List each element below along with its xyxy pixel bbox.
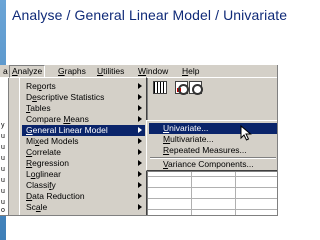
submenu-arrow-icon bbox=[138, 116, 142, 122]
submenu-arrow-icon bbox=[138, 94, 142, 100]
slide-title: Analyse / General Linear Model / Univari… bbox=[12, 7, 288, 23]
submenu-arrow-icon bbox=[138, 182, 142, 188]
submenu-arrow-icon bbox=[138, 127, 142, 133]
menu-item-descriptive-statistics[interactable]: Descriptive Statistics bbox=[22, 92, 145, 103]
variable-column-fragment: y u u u u u u u o bbox=[0, 78, 9, 215]
menu-item-compare-means[interactable]: Compare Means bbox=[22, 114, 145, 125]
submenu-arrow-icon bbox=[138, 83, 142, 89]
menu-item-regression[interactable]: Regression bbox=[22, 158, 145, 169]
submenu-arrow-icon bbox=[138, 171, 142, 177]
menu-item-classify[interactable]: Classify bbox=[22, 180, 145, 191]
left-col-cell: u bbox=[1, 133, 5, 140]
submenu-arrow-icon bbox=[138, 193, 142, 199]
submenu-arrow-icon bbox=[138, 105, 142, 111]
general-linear-model-submenu: Univariate... Multivariate... Repeated M… bbox=[146, 120, 277, 171]
menu-item-correlate[interactable]: Correlate bbox=[22, 147, 145, 158]
menu-item-scale[interactable]: Scale bbox=[22, 202, 145, 213]
left-col-cell: u bbox=[1, 144, 5, 151]
toolbar bbox=[147, 79, 277, 96]
submenu-arrow-icon bbox=[138, 204, 142, 210]
menu-item-mixed-models[interactable]: Mixed Models bbox=[22, 136, 145, 147]
use-sets-icon[interactable] bbox=[189, 81, 203, 95]
submenu-arrow-icon bbox=[138, 149, 142, 155]
left-col-cell: u bbox=[1, 177, 5, 184]
left-col-cell: u bbox=[1, 188, 5, 195]
left-col-cell: u bbox=[1, 155, 5, 162]
menu-item-general-linear-model[interactable]: General Linear Model bbox=[22, 125, 145, 136]
menu-item-tables[interactable]: Tables bbox=[22, 103, 145, 114]
submenu-arrow-icon bbox=[138, 160, 142, 166]
value-labels-icon[interactable] bbox=[175, 81, 189, 95]
mouse-pointer-icon bbox=[240, 125, 252, 141]
submenu-item-variance-components[interactable]: Variance Components... bbox=[149, 159, 277, 170]
menu-help[interactable]: Help bbox=[180, 65, 201, 78]
menu-item-loglinear[interactable]: Loglinear bbox=[22, 169, 145, 180]
submenu-item-repeated-measures[interactable]: Repeated Measures... bbox=[149, 145, 277, 156]
submenu-item-univariate[interactable]: Univariate... bbox=[149, 123, 277, 134]
analyze-menu: Reports Descriptive Statistics Tables Co… bbox=[19, 77, 147, 215]
menu-item-reports[interactable]: Reports bbox=[22, 81, 145, 92]
submenu-arrow-icon bbox=[138, 138, 142, 144]
submenu-item-multivariate[interactable]: Multivariate... bbox=[149, 134, 277, 145]
left-col-cell: y bbox=[1, 122, 5, 129]
menu-item-data-reduction[interactable]: Data Reduction bbox=[22, 191, 145, 202]
spss-window-screenshot: a Analyze Graphs Utilities Window Help y… bbox=[0, 65, 278, 216]
left-col-cell: u bbox=[1, 166, 5, 173]
left-col-cell: o bbox=[1, 207, 5, 214]
data-view-icon[interactable] bbox=[153, 81, 167, 94]
